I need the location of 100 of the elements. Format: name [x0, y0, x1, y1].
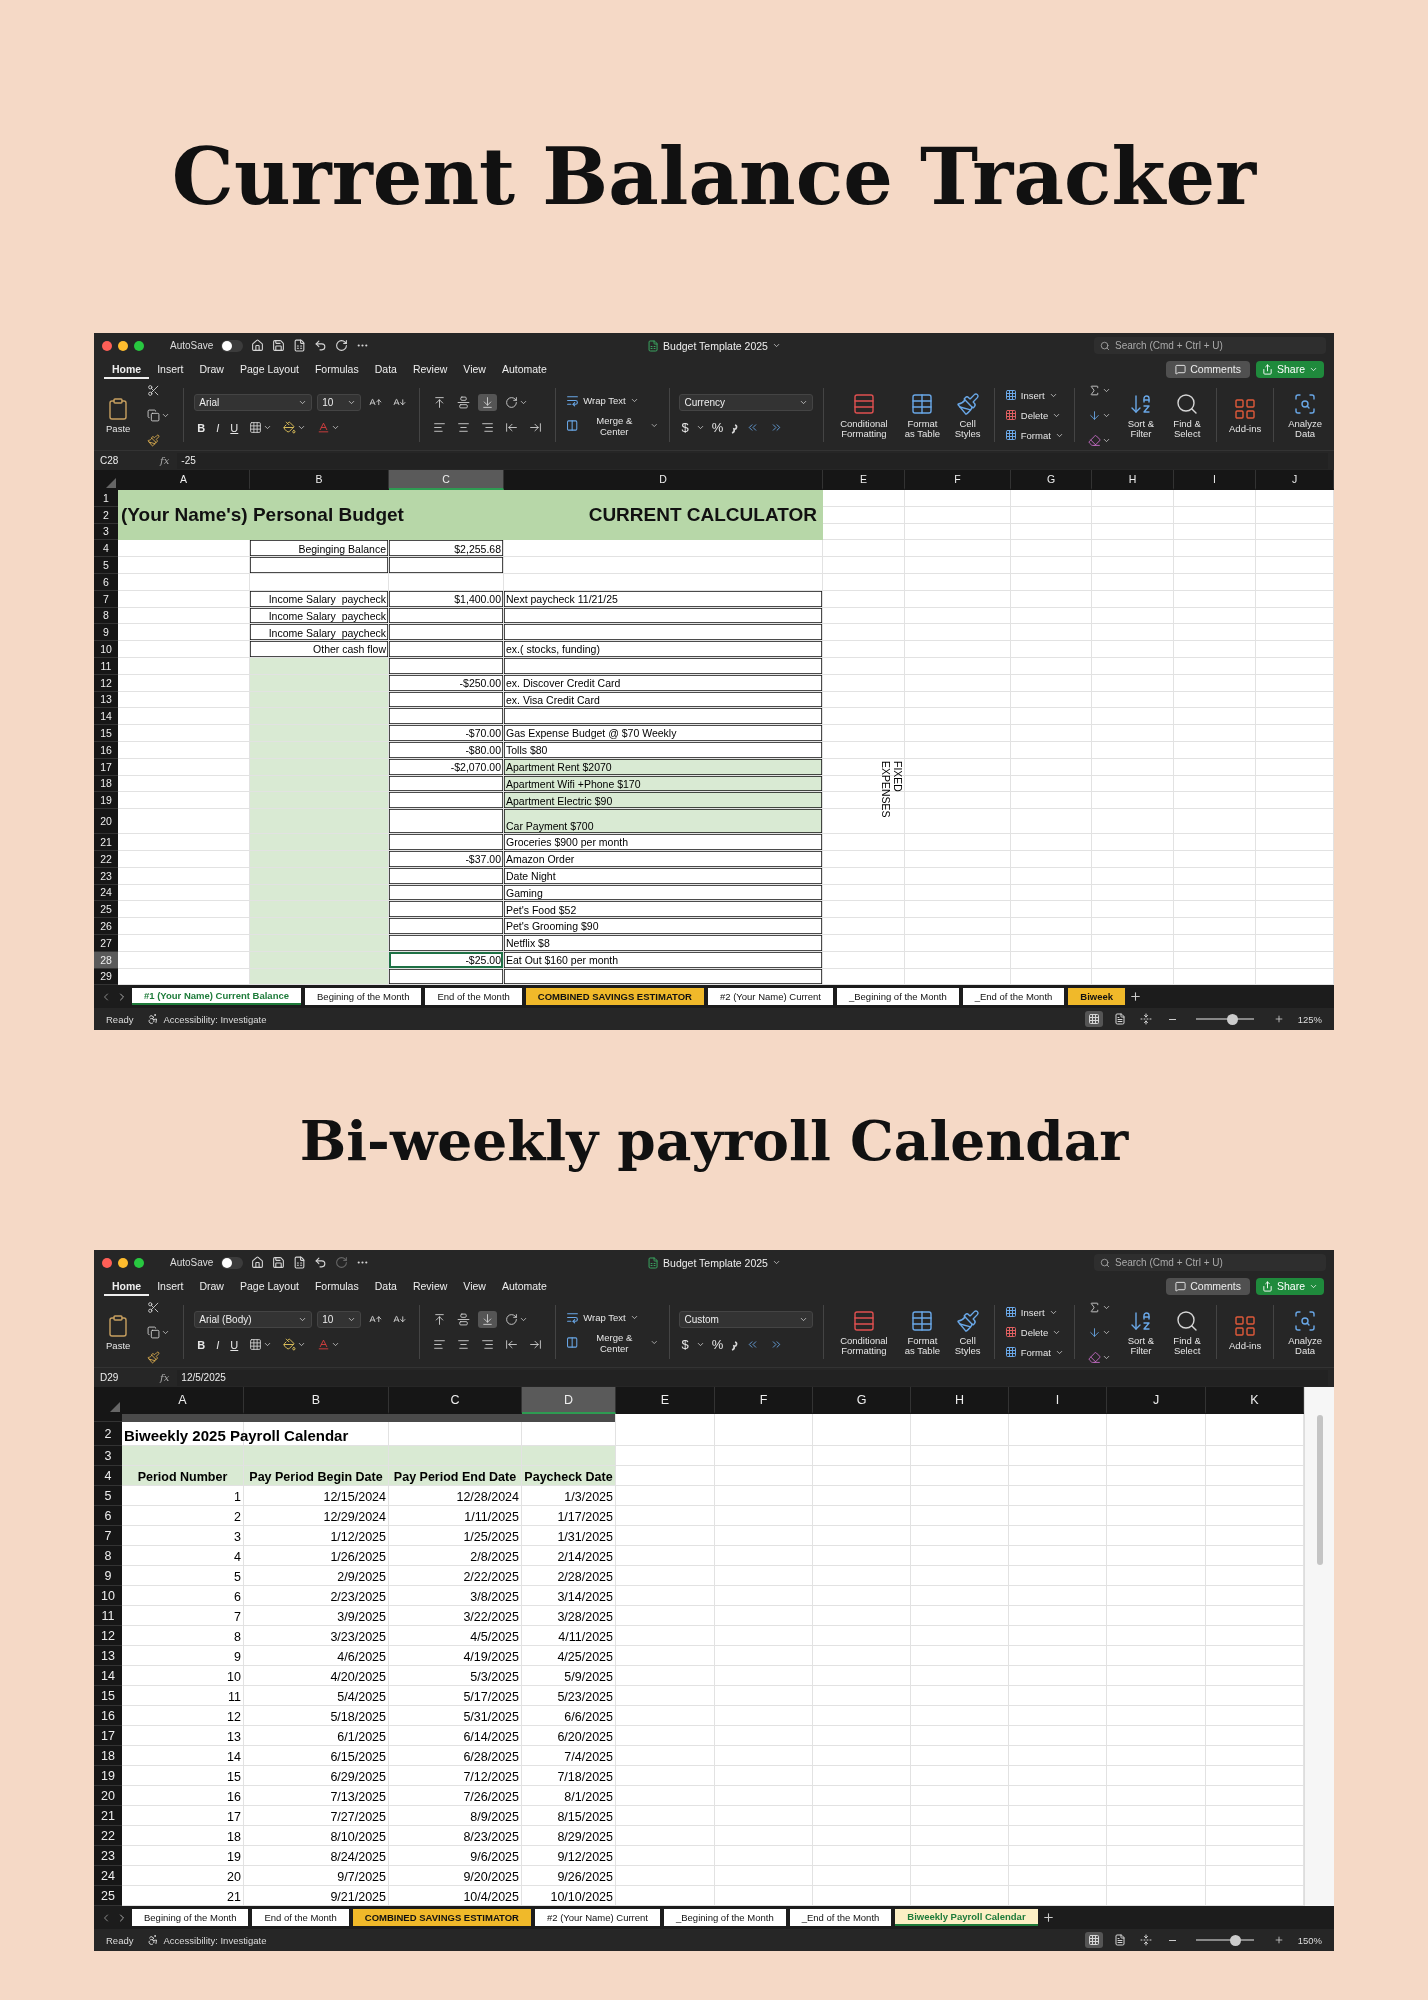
analyze-data-button[interactable]: Analyze Data: [1284, 391, 1326, 439]
font-size-dropdown[interactable]: 10: [317, 1311, 362, 1329]
row-header[interactable]: 10: [94, 641, 118, 658]
row-header[interactable]: 12: [94, 1626, 122, 1647]
font-dropdown[interactable]: Arial (Body): [194, 1311, 313, 1329]
sheet-tab[interactable]: _End of the Month: [789, 1909, 892, 1927]
minimize-button[interactable]: [118, 340, 128, 351]
insert-cells-button[interactable]: Insert: [1004, 389, 1064, 401]
column-header[interactable]: G: [813, 1387, 911, 1415]
row-header[interactable]: 9: [94, 624, 118, 642]
add-ins-button[interactable]: Add-ins: [1227, 1313, 1264, 1351]
row-header[interactable]: 16: [94, 1706, 122, 1727]
sheet-tab[interactable]: Biweek: [1068, 988, 1126, 1006]
view-button[interactable]: [1084, 1932, 1103, 1949]
ribbon-tab[interactable]: Automate: [493, 359, 555, 379]
row-header[interactable]: 5: [94, 1486, 122, 1507]
column-header[interactable]: H: [911, 1387, 1009, 1415]
conditional-formatting-button[interactable]: Conditional Formatting: [834, 1308, 894, 1356]
column-header[interactable]: F: [715, 1387, 813, 1415]
caret-icon[interactable]: [695, 423, 705, 432]
row-header[interactable]: 20: [94, 1786, 122, 1807]
undo-icon[interactable]: [314, 1256, 328, 1270]
minimize-button[interactable]: [118, 1257, 128, 1268]
vertical-scrollbar[interactable]: [1304, 1387, 1334, 1907]
formula-field[interactable]: -25: [177, 452, 1328, 469]
slider-thumb[interactable]: [1226, 1013, 1238, 1025]
italic-button[interactable]: I: [213, 1338, 223, 1351]
function-label[interactable]: fx: [160, 455, 170, 466]
sheet-tab[interactable]: Biweekly Payroll Calendar: [895, 1909, 1038, 1927]
column-header[interactable]: G: [1011, 470, 1092, 490]
column-header[interactable]: C: [389, 1387, 522, 1415]
ribbon-tab[interactable]: Draw: [191, 359, 232, 379]
format-as-table-button[interactable]: Format as Table: [903, 1308, 942, 1356]
row-header[interactable]: 11: [94, 1606, 122, 1627]
zoom-button[interactable]: [134, 340, 144, 351]
comments-button[interactable]: Comments: [1166, 1277, 1250, 1295]
view-button[interactable]: [1084, 1011, 1103, 1028]
row-header[interactable]: 13: [94, 1646, 122, 1667]
bold-button[interactable]: B: [194, 421, 209, 434]
find-select-button[interactable]: Find & Select: [1168, 1308, 1207, 1356]
add-ins-button[interactable]: Add-ins: [1227, 396, 1264, 434]
column-header[interactable]: B: [250, 470, 389, 490]
sort-filter-button[interactable]: Sort & Filter: [1123, 391, 1159, 439]
ribbon-tab[interactable]: Review: [404, 359, 456, 379]
column-header[interactable]: H: [1092, 470, 1174, 490]
column-header[interactable]: A: [118, 470, 250, 490]
delete-cells-button[interactable]: Delete: [1004, 409, 1064, 421]
caret-icon[interactable]: [771, 341, 781, 350]
insert-cells-button[interactable]: Insert: [1004, 1306, 1064, 1319]
row-header[interactable]: 4: [94, 540, 118, 558]
row-header[interactable]: 7: [94, 1526, 122, 1547]
row-header[interactable]: 18: [94, 1746, 122, 1767]
row-header[interactable]: 19: [94, 792, 118, 810]
document-icon[interactable]: [293, 1256, 307, 1270]
row-header[interactable]: 25: [94, 901, 118, 919]
sheet-tab[interactable]: #2 (Your Name) Current: [707, 988, 833, 1006]
zoom-in-icon[interactable]: [1273, 1014, 1284, 1025]
underline-button[interactable]: U: [227, 421, 242, 434]
format-cells-button[interactable]: Format: [1004, 429, 1064, 441]
home-icon[interactable]: [251, 339, 265, 352]
cell-styles-button[interactable]: Cell Styles: [951, 1308, 984, 1356]
cell-styles-button[interactable]: Cell Styles: [951, 391, 984, 439]
font-size-dropdown[interactable]: 10: [317, 394, 362, 411]
ribbon-tab[interactable]: View: [455, 359, 494, 379]
ribbon-tab[interactable]: Data: [366, 1276, 405, 1296]
row-header[interactable]: 2: [94, 1422, 122, 1447]
merge-center-button[interactable]: Merge & Center: [566, 1331, 659, 1354]
close-button[interactable]: [102, 1257, 112, 1268]
column-header[interactable]: I: [1174, 470, 1256, 490]
column-header[interactable]: D: [504, 470, 823, 490]
row-header[interactable]: 19: [94, 1766, 122, 1787]
sheet-tab[interactable]: COMBINED SAVINGS ESTIMATOR: [352, 1909, 531, 1927]
zoom-in-icon[interactable]: [1273, 1935, 1284, 1946]
ribbon-tab[interactable]: Review: [404, 1276, 456, 1296]
ribbon-tab[interactable]: Automate: [493, 1276, 555, 1296]
ribbon-tab[interactable]: Insert: [149, 359, 192, 379]
ribbon-tab[interactable]: Page Layout: [231, 359, 307, 379]
row-header[interactable]: 21: [94, 1806, 122, 1827]
number-format-dropdown[interactable]: Currency: [679, 394, 814, 411]
formula-field[interactable]: 12/5/2025: [177, 1369, 1328, 1386]
share-button[interactable]: Share: [1255, 360, 1324, 378]
row-header[interactable]: 15: [94, 725, 118, 742]
delete-cells-button[interactable]: Delete: [1004, 1326, 1064, 1339]
row-header[interactable]: 4: [94, 1466, 122, 1487]
italic-button[interactable]: I: [213, 421, 223, 434]
ribbon-tab[interactable]: Home: [104, 359, 150, 379]
sheet-tab[interactable]: Begining of the Month: [305, 988, 422, 1006]
column-header[interactable]: C: [389, 470, 504, 490]
row-header[interactable]: 23: [94, 1846, 122, 1867]
font-dropdown[interactable]: Arial: [194, 394, 313, 411]
row-header[interactable]: 15: [94, 1686, 122, 1707]
row-header[interactable]: 20: [94, 809, 118, 835]
ribbon-tab[interactable]: Draw: [191, 1276, 232, 1296]
merge-center-button[interactable]: Merge & Center: [566, 414, 659, 437]
row-header[interactable]: 1: [94, 490, 118, 507]
format-as-table-button[interactable]: Format as Table: [903, 391, 942, 439]
row-header[interactable]: 17: [94, 1726, 122, 1747]
accessibility-status[interactable]: Accessibility: Investigate: [163, 1934, 267, 1946]
paste-button[interactable]: Paste: [102, 1313, 135, 1351]
currency-button[interactable]: $: [679, 420, 691, 435]
